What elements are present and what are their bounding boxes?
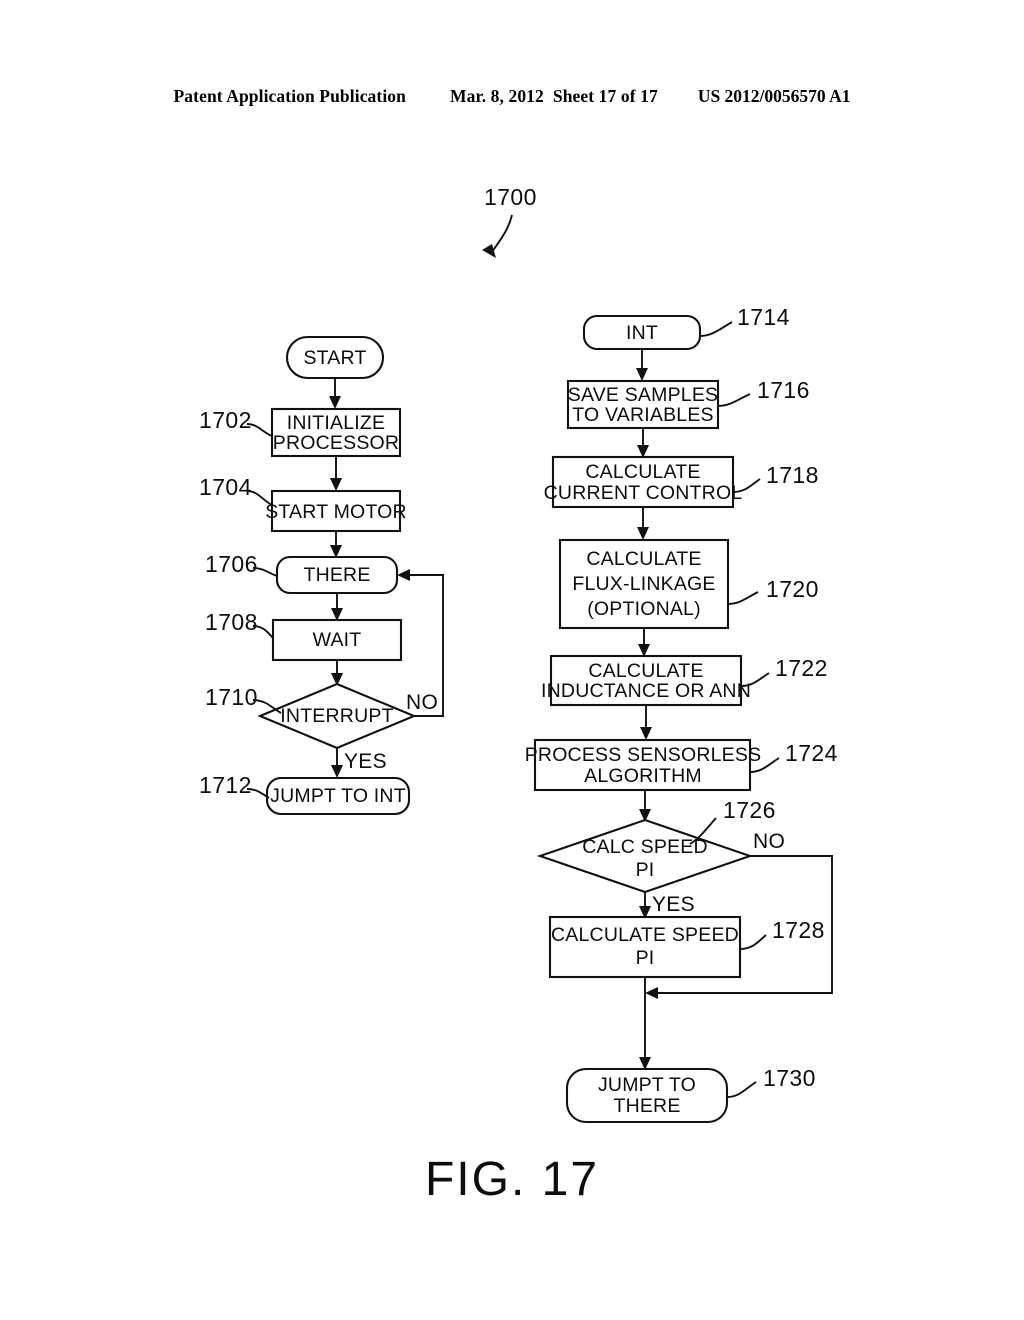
ref-1702: 1702 (199, 407, 252, 433)
node-save-samples-line1: SAVE SAMPLES (568, 384, 719, 406)
edge-currentcontrol-to-flux-arrowhead (637, 527, 649, 540)
node-inductance-line2: INDUCTANCE OR ANN (541, 680, 751, 702)
ref-1716: 1716 (757, 377, 810, 403)
node-start-label: START (303, 347, 366, 369)
ref-1720-leader (727, 591, 759, 605)
diagram-ref-leader (491, 214, 513, 253)
ref-1722: 1722 (775, 655, 828, 681)
node-flux-linkage-line1: CALCULATE (586, 548, 701, 570)
node-initialize-processor-line1: INITIALIZE (287, 412, 385, 434)
node-current-control-line2: CURRENT CONTROL (544, 482, 743, 504)
ref-1728: 1728 (772, 917, 825, 943)
ref-1704: 1704 (199, 474, 252, 500)
edge-initialize-to-startmotor-arrowhead (330, 478, 342, 491)
node-calculate-speed-pi-line1: CALCULATE SPEED (551, 924, 739, 946)
ref-1718: 1718 (766, 462, 819, 488)
edge-inductance-to-sensorless-arrowhead (640, 727, 652, 740)
patent-drawing-page: Patent Application Publication Mar. 8, 2… (0, 0, 1024, 1320)
ref-1714-leader (699, 321, 733, 337)
ref-1730: 1730 (763, 1065, 816, 1091)
node-jumpt-to-there-line1: JUMPT TO (598, 1074, 696, 1096)
branch-interrupt-no-label: NO (406, 691, 438, 714)
edge-interrupt-no-arrowhead (397, 569, 410, 581)
node-calculate-speed-pi-line2: PI (636, 947, 655, 969)
node-jumpt-to-there-line2: THERE (613, 1095, 680, 1117)
node-interrupt-label: INTERRUPT (280, 705, 393, 727)
edge-int-to-savesamples-arrowhead (636, 368, 648, 381)
branch-interrupt-yes-label: YES (344, 750, 387, 773)
ref-1728-leader (739, 934, 767, 950)
ref-1714: 1714 (737, 304, 790, 330)
node-inductance-line1: CALCULATE (588, 660, 703, 682)
ref-1708: 1708 (205, 609, 258, 635)
ref-1716-leader (717, 393, 751, 407)
diagram-ref-arrowhead (482, 244, 496, 258)
node-int-label: INT (626, 322, 658, 344)
edge-calcspeed-no-arrowhead (645, 987, 658, 999)
node-sensorless-line1: PROCESS SENSORLESS (525, 744, 762, 766)
ref-1706: 1706 (205, 551, 258, 577)
figure-caption: FIG. 17 (424, 1153, 600, 1206)
node-sensorless-line2: ALGORITHM (584, 765, 702, 787)
node-start-motor-label: START MOTOR (265, 501, 407, 523)
ref-1720: 1720 (766, 576, 819, 602)
branch-calc-speed-no-label: NO (753, 830, 785, 853)
flowchart-figure: 1700 START INITIALIZE PROCESSOR 1702 STA… (199, 184, 838, 1124)
edge-interrupt-yes-arrowhead (331, 765, 343, 778)
ref-1712: 1712 (199, 772, 252, 798)
branch-calc-speed-yes-label: YES (652, 893, 695, 916)
node-save-samples-line2: TO VARIABLES (572, 404, 713, 426)
node-jumpt-to-int-label: JUMPT TO INT (270, 785, 406, 807)
ref-1730-leader (726, 1081, 757, 1098)
edge-start-to-initialize-arrowhead (329, 396, 341, 409)
node-initialize-processor-line2: PROCESSOR (273, 432, 399, 454)
ref-1726: 1726 (723, 797, 776, 823)
ref-1724: 1724 (785, 740, 838, 766)
diagram-ref-1700: 1700 (484, 184, 537, 210)
ref-1710: 1710 (205, 684, 258, 710)
node-flux-linkage-line3: (OPTIONAL) (587, 598, 701, 620)
node-current-control-line1: CALCULATE (585, 461, 700, 483)
node-there-label: THERE (303, 564, 370, 586)
node-calc-speed-pi-line2: PI (636, 859, 655, 881)
node-flux-linkage-line2: FLUX-LINKAGE (572, 573, 715, 595)
node-calc-speed-pi-line1: CALC SPEED (582, 836, 708, 858)
node-wait-label: WAIT (313, 629, 362, 651)
